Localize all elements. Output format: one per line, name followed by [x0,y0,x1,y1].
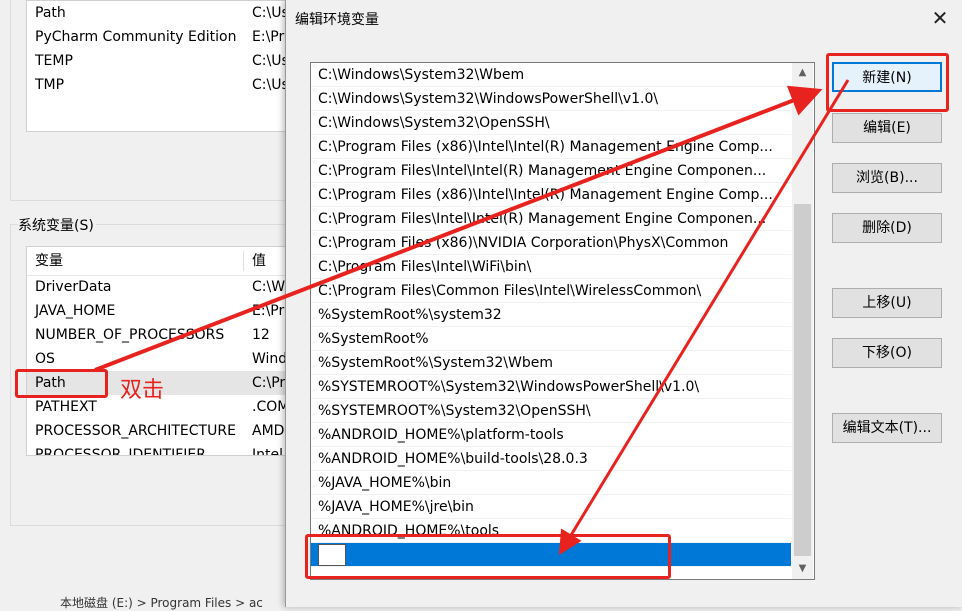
user-variables-list: Path C:\Us PyCharm Community Edition E:\… [26,0,298,132]
var-name: PATHEXT [35,399,97,415]
system-var-row[interactable]: DriverData C:\W [27,275,297,299]
user-var-row[interactable]: PyCharm Community Edition E:\Pr [27,25,297,49]
system-var-row[interactable]: JAVA_HOME E:\Pr [27,299,297,323]
path-entry-row[interactable]: %JAVA_HOME%\bin [311,471,791,495]
path-entry-row[interactable]: C:\Program Files (x86)\NVIDIA Corporatio… [311,231,791,255]
double-click-annotation: 双击 [120,378,165,403]
var-value: C:\Pr [252,375,286,391]
path-entry-row[interactable]: %SystemRoot%\system32 [311,303,791,327]
new-path-input[interactable] [318,544,346,566]
path-entry-row[interactable]: C:\Windows\System32\Wbem [311,63,791,87]
scroll-down-icon[interactable]: ▼ [792,559,813,579]
delete-button[interactable]: 删除(D) [832,213,942,243]
vertical-scrollbar[interactable]: ▲ ▼ [792,63,813,579]
path-entry-row[interactable]: C:\Windows\System32\OpenSSH\ [311,111,791,135]
close-icon[interactable]: ✕ [926,4,954,32]
edit-text-button[interactable]: 编辑文本(T)... [832,413,942,443]
user-var-row[interactable]: TEMP C:\Us [27,49,297,73]
var-value: .COM [252,399,290,415]
var-name: Path [35,5,66,21]
var-name: TMP [35,77,65,93]
path-entry-row[interactable]: %ANDROID_HOME%\platform-tools [311,423,791,447]
path-entry-row[interactable]: C:\Program Files\Intel\WiFi\bin\ [311,255,791,279]
explorer-breadcrumb: 本地磁盘 (E:) > Program Files > ac [60,596,263,610]
system-var-row[interactable]: PROCESSOR_ARCHITECTURE AMD [27,419,297,443]
var-name: TEMP [35,53,73,69]
user-var-row[interactable]: Path C:\Us [27,1,297,25]
var-value: C:\Us [252,5,289,21]
var-name: PyCharm Community Edition [35,29,237,45]
path-entry-row[interactable]: %SYSTEMROOT%\System32\WindowsPowerShell\… [311,375,791,399]
var-value: E:\Pr [252,29,285,45]
var-name: JAVA_HOME [35,303,116,319]
path-entry-row[interactable]: %ANDROID_HOME%\tools [311,519,791,543]
system-var-row[interactable]: OS Wind [27,347,297,371]
var-name: PROCESSOR_IDENTIFIER [35,447,206,456]
path-entry-row[interactable]: %ANDROID_HOME%\build-tools\28.0.3 [311,447,791,471]
move-down-button[interactable]: 下移(O) [832,338,942,368]
system-var-row[interactable]: PROCESSOR_IDENTIFIER Intel [27,443,297,456]
path-entry-row[interactable]: %SystemRoot% [311,327,791,351]
move-up-button[interactable]: 上移(U) [832,288,942,318]
path-entry-row[interactable]: C:\Program Files (x86)\Intel\Intel(R) Ma… [311,183,791,207]
var-name: DriverData [35,279,112,295]
var-value: AMD [252,423,285,439]
edit-environment-variable-dialog: 编辑环境变量 ✕ C:\Windows\System32\Wbem C:\Wind… [285,0,962,607]
user-var-row[interactable]: TMP C:\Us [27,73,297,97]
path-entries-list: C:\Windows\System32\Wbem C:\Windows\Syste… [310,62,815,580]
path-entry-row[interactable]: C:\Program Files (x86)\Intel\Intel(R) Ma… [311,135,791,159]
path-entry-row[interactable]: C:\Program Files\Intel\Intel(R) Manageme… [311,207,791,231]
var-value: C:\W [252,279,286,295]
dialog-title: 编辑环境变量 [295,12,379,28]
scroll-thumb[interactable] [794,204,811,556]
var-name: PROCESSOR_ARCHITECTURE [35,423,236,439]
new-path-entry-row[interactable] [311,543,791,567]
path-entry-row[interactable]: C:\Program Files\Common Files\Intel\Wire… [311,279,791,303]
scroll-up-icon[interactable]: ▲ [792,63,813,83]
system-variables-list: 变量 值 DriverData C:\W JAVA_HOME E:\Pr NUM… [26,246,298,456]
var-value: C:\Us [252,53,289,69]
edit-button[interactable]: 编辑(E) [832,113,942,143]
path-entry-row[interactable]: C:\Windows\System32\WindowsPowerShell\v1… [311,87,791,111]
browse-button[interactable]: 浏览(B)... [832,163,942,193]
path-entry-row[interactable]: %JAVA_HOME%\jre\bin [311,495,791,519]
list-header: 变量 值 [27,247,297,276]
new-button[interactable]: 新建(N) [832,62,942,92]
var-value: Wind [252,351,288,367]
path-entry-row[interactable]: %SystemRoot%\System32\Wbem [311,351,791,375]
var-value: Intel [252,447,283,456]
var-value: C:\Us [252,77,289,93]
system-variables-label: 系统变量(S) [18,215,96,235]
column-separator[interactable] [243,251,244,271]
var-value: E:\Pr [252,303,285,319]
path-entry-row[interactable]: C:\Program Files\Intel\Intel(R) Manageme… [311,159,791,183]
column-header-value[interactable]: 值 [252,247,266,275]
var-name: OS [35,351,55,367]
var-name: Path [35,375,66,391]
var-name: NUMBER_OF_PROCESSORS [35,327,225,343]
system-var-row[interactable]: NUMBER_OF_PROCESSORS 12 [27,323,297,347]
column-header-name[interactable]: 变量 [35,247,63,275]
var-value: 12 [252,327,270,343]
path-entry-row[interactable]: %SYSTEMROOT%\System32\OpenSSH\ [311,399,791,423]
